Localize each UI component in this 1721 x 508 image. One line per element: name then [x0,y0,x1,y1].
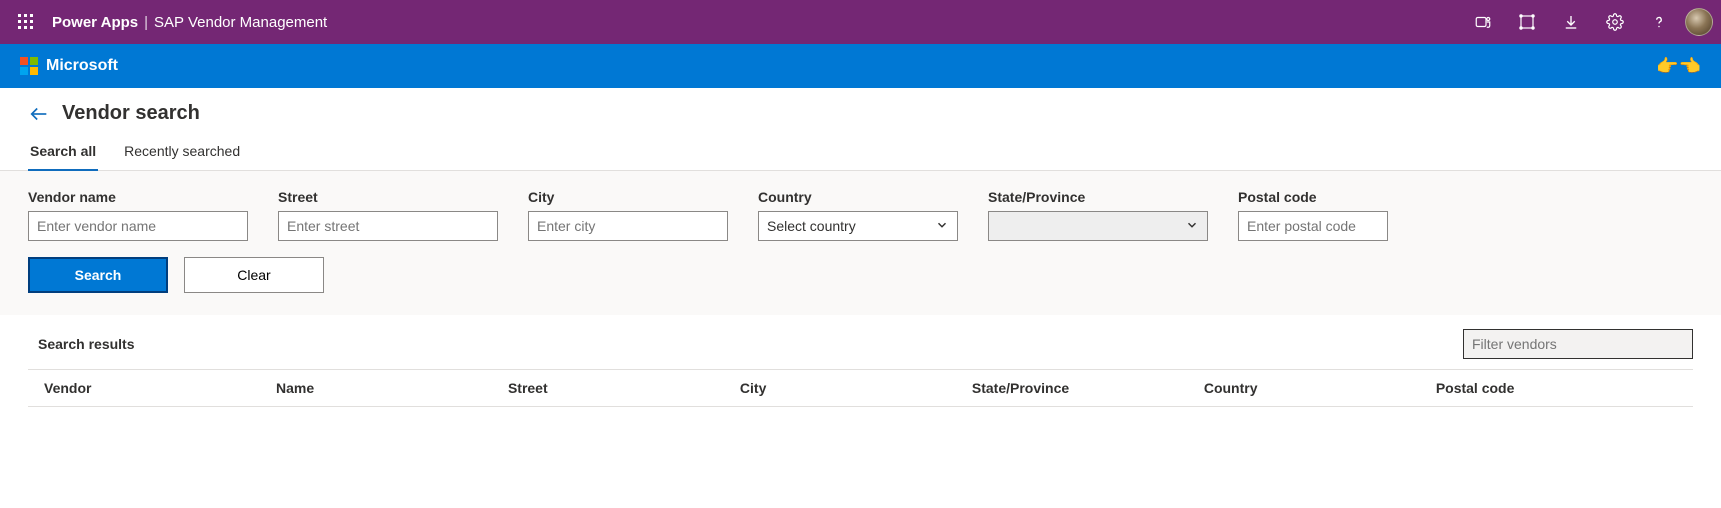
label-postal: Postal code [1238,189,1388,205]
app-launcher-icon[interactable] [8,4,44,40]
input-street[interactable] [278,211,498,241]
download-icon[interactable] [1553,4,1589,40]
header-title: Power Apps | SAP Vendor Management [52,14,327,31]
teams-icon[interactable] [1465,4,1501,40]
label-country: Country [758,189,958,205]
label-state: State/Province [988,189,1208,205]
search-button[interactable]: Search [28,257,168,293]
column-name[interactable]: Name [264,380,496,396]
column-country[interactable]: Country [1192,380,1424,396]
clear-button[interactable]: Clear [184,257,324,293]
title-separator: | [144,14,148,31]
microsoft-logo-text: Microsoft [46,57,118,75]
chevron-down-icon [935,218,949,235]
header-actions [1465,4,1713,40]
column-state[interactable]: State/Province [960,380,1192,396]
tab-recently-searched[interactable]: Recently searched [122,133,242,170]
field-city: City [528,189,728,241]
settings-icon[interactable] [1597,4,1633,40]
label-city: City [528,189,728,205]
global-header: Power Apps | SAP Vendor Management [0,0,1721,44]
filter-vendors-input[interactable] [1463,329,1693,359]
column-street[interactable]: Street [496,380,728,396]
field-state: State/Province [988,189,1208,241]
user-avatar[interactable] [1685,8,1713,36]
results-table: Vendor Name Street City State/Province C… [28,369,1693,407]
brand-bar: Microsoft 👉👈 [0,44,1721,88]
tab-search-all[interactable]: Search all [28,133,98,171]
input-city[interactable] [528,211,728,241]
input-vendor-name[interactable] [28,211,248,241]
results-title: Search results [28,336,135,352]
field-country: Country Select country [758,189,958,241]
table-header-row: Vendor Name Street City State/Province C… [28,370,1693,406]
label-vendor-name: Vendor name [28,189,248,205]
page-header: Vendor search [0,88,1721,125]
field-vendor-name: Vendor name [28,189,248,241]
back-arrow-icon[interactable] [28,103,50,125]
microsoft-logo[interactable]: Microsoft [20,57,118,75]
help-icon[interactable] [1641,4,1677,40]
field-postal: Postal code [1238,189,1388,241]
column-city[interactable]: City [728,380,960,396]
chevron-down-icon [1185,218,1199,235]
fit-screen-icon[interactable] [1509,4,1545,40]
select-country-value: Select country [767,218,856,234]
app-name[interactable]: Power Apps [52,14,138,31]
input-postal[interactable] [1238,211,1388,241]
select-state[interactable] [988,211,1208,241]
brandbar-right-icon[interactable]: 👉👈 [1656,56,1701,77]
column-postal[interactable]: Postal code [1424,380,1689,396]
tab-list: Search all Recently searched [0,125,1721,171]
field-street: Street [278,189,498,241]
page-name: SAP Vendor Management [154,14,327,31]
microsoft-logo-icon [20,57,38,75]
column-vendor[interactable]: Vendor [32,380,264,396]
select-country[interactable]: Select country [758,211,958,241]
page-title: Vendor search [62,102,200,125]
results-section: Search results Vendor Name Street City S… [0,315,1721,447]
search-form: Vendor name Street City Country Select c… [0,171,1721,315]
label-street: Street [278,189,498,205]
